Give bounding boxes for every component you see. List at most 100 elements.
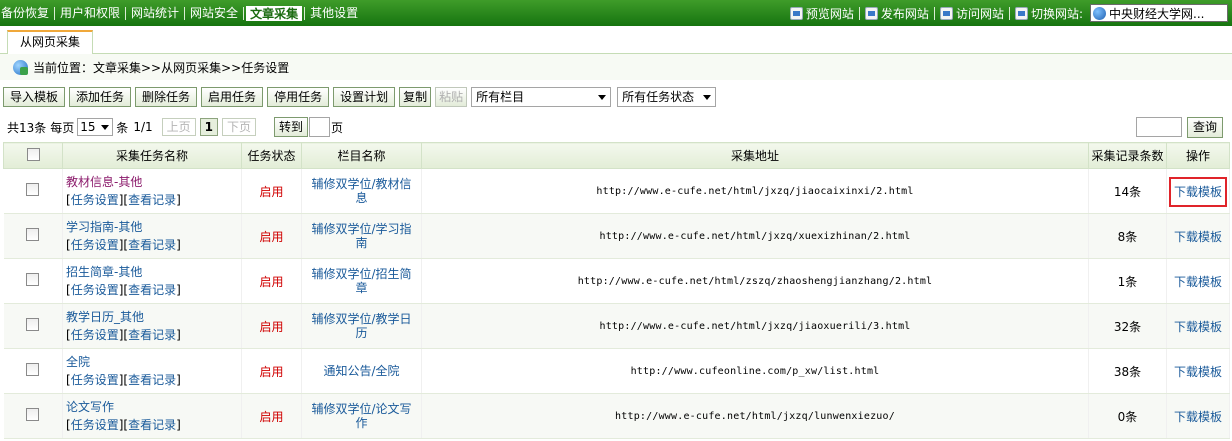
column-name-link[interactable]: 辅修双学位/论文写作 (301, 393, 422, 439)
download-template-link[interactable]: 下载模板 (1168, 176, 1228, 207)
task-name-cell: 教学日历_其他 [任务设置][查看记录] (62, 303, 242, 349)
row-checkbox[interactable] (26, 408, 40, 421)
view-records-link[interactable]: 查看记录 (128, 283, 176, 297)
header-record-count: 采集记录条数 (1088, 142, 1167, 169)
view-records-link[interactable]: 查看记录 (128, 328, 176, 342)
task-settings-link[interactable]: 任务设置 (71, 418, 119, 432)
task-settings-link[interactable]: 任务设置 (71, 373, 119, 387)
import-template-button[interactable]: 导入模板 (3, 87, 66, 107)
task-settings-link[interactable]: 任务设置 (71, 193, 119, 207)
task-status[interactable]: 启用 (241, 258, 302, 304)
publish-site-link[interactable]: 发布网站 (860, 5, 934, 22)
column-filter-select[interactable]: 所有栏目 (471, 87, 612, 107)
menu-site-security[interactable]: 网站安全 (185, 0, 243, 26)
per-page-label: 每页 (50, 120, 75, 135)
download-template-link[interactable]: 下载模板 (1174, 320, 1222, 334)
record-count: 32条 (1088, 303, 1167, 349)
switch-label: 切换网站: (1030, 6, 1083, 21)
visit-site-link[interactable]: 访问网站 (935, 5, 1009, 22)
switch-site-label: 切换网站: (1010, 5, 1088, 22)
task-name-cell: 学习指南-其他 [任务设置][查看记录] (62, 213, 242, 259)
menu-other-settings[interactable]: 其他设置 (305, 0, 363, 26)
paste-button[interactable]: 粘贴 (435, 87, 468, 107)
next-page-button[interactable]: 下页 (222, 118, 257, 136)
task-status[interactable]: 启用 (241, 213, 302, 259)
per-page-select[interactable]: 15 (77, 118, 114, 136)
preview-icon (789, 6, 803, 20)
task-name-cell: 论文写作 [任务设置][查看记录] (62, 393, 242, 439)
header-operation: 操作 (1166, 142, 1230, 169)
view-records-link[interactable]: 查看记录 (128, 373, 176, 387)
column-name-link[interactable]: 通知公告/全院 (301, 348, 422, 394)
copy-button[interactable]: 复制 (399, 87, 432, 107)
task-status[interactable]: 启用 (241, 168, 302, 214)
header-task-status: 任务状态 (241, 142, 302, 169)
record-count: 8条 (1088, 213, 1167, 259)
table-header-row: 采集任务名称 任务状态 栏目名称 采集地址 采集记录条数 操作 (3, 142, 1230, 169)
goto-page-button[interactable]: 转到 (274, 117, 309, 137)
row-checkbox[interactable] (26, 318, 40, 331)
site-select[interactable]: 中央财经大学网... (1090, 4, 1228, 22)
task-status[interactable]: 启用 (241, 393, 302, 439)
record-count: 14条 (1088, 168, 1167, 214)
collect-url: http://www.e-cufe.net/html/jxzq/jiaoxuer… (421, 303, 1089, 349)
download-template-link[interactable]: 下载模板 (1174, 365, 1222, 379)
task-name-link[interactable]: 全院 (66, 353, 241, 371)
current-page-button[interactable]: 1 (199, 118, 218, 136)
table-row: 论文写作 [任务设置][查看记录] 启用 辅修双学位/论文写作 http://ww… (3, 393, 1230, 439)
view-records-link[interactable]: 查看记录 (128, 193, 176, 207)
column-name-link[interactable]: 辅修双学位/学习指南 (301, 213, 422, 259)
download-template-link[interactable]: 下载模板 (1174, 275, 1222, 289)
add-task-button[interactable]: 添加任务 (69, 87, 132, 107)
dropdown-arrow-icon (703, 95, 712, 100)
search-input[interactable] (1136, 117, 1182, 137)
menu-users-permissions[interactable]: 用户和权限 (55, 0, 125, 26)
disable-task-button[interactable]: 停用任务 (267, 87, 330, 107)
task-name-link[interactable]: 教材信息-其他 (66, 173, 241, 191)
tab-web-collect[interactable]: 从网页采集 (7, 30, 93, 55)
status-filter-select[interactable]: 所有任务状态 (617, 87, 717, 107)
task-name-link[interactable]: 学习指南-其他 (66, 218, 241, 236)
schedule-button[interactable]: 设置计划 (333, 87, 396, 107)
task-name-cell: 招生简章-其他 [任务设置][查看记录] (62, 258, 242, 304)
column-name-link[interactable]: 辅修双学位/教材信息 (301, 168, 422, 214)
breadcrumb: 当前位置：文章采集>>从网页采集>>任务设置 (0, 54, 1232, 80)
collect-url: http://www.e-cufe.net/html/jxzq/xuexizhi… (421, 213, 1089, 259)
search-button[interactable]: 查询 (1187, 117, 1224, 138)
preview-site-link[interactable]: 预览网站 (785, 5, 859, 22)
download-template-link[interactable]: 下载模板 (1174, 410, 1222, 424)
task-name-link[interactable]: 招生简章-其他 (66, 263, 241, 281)
task-status[interactable]: 启用 (241, 303, 302, 349)
menu-backup-restore[interactable]: 备份恢复 (0, 0, 54, 26)
delete-task-button[interactable]: 删除任务 (135, 87, 198, 107)
task-settings-link[interactable]: 任务设置 (71, 328, 119, 342)
download-template-link[interactable]: 下载模板 (1174, 230, 1222, 244)
goto-page-input[interactable] (309, 117, 331, 137)
operation-cell: 下载模板 (1166, 393, 1230, 439)
status-filter-value: 所有任务状态 (622, 90, 695, 104)
prev-page-button[interactable]: 上页 (161, 118, 196, 136)
row-checkbox-cell (3, 168, 63, 214)
row-checkbox[interactable] (26, 183, 40, 196)
view-records-link[interactable]: 查看记录 (128, 238, 176, 252)
view-records-link[interactable]: 查看记录 (128, 418, 176, 432)
column-name-link[interactable]: 辅修双学位/招生简章 (301, 258, 422, 304)
select-all-checkbox[interactable] (26, 147, 40, 161)
row-checkbox-cell (3, 258, 63, 304)
menu-site-stats[interactable]: 网站统计 (126, 0, 184, 26)
row-checkbox[interactable] (26, 363, 40, 376)
row-checkbox[interactable] (26, 273, 40, 286)
table-row: 全院 [任务设置][查看记录] 启用 通知公告/全院 http://www.cuf… (3, 348, 1230, 394)
column-name-link[interactable]: 辅修双学位/教学日历 (301, 303, 422, 349)
task-status[interactable]: 启用 (241, 348, 302, 394)
row-checkbox[interactable] (26, 228, 40, 241)
task-name-link[interactable]: 教学日历_其他 (66, 308, 241, 326)
task-name-cell: 教材信息-其他 [任务设置][查看记录] (62, 168, 242, 214)
menu-article-collect[interactable]: 文章采集 (246, 5, 303, 21)
enable-task-button[interactable]: 启用任务 (201, 87, 264, 107)
select-all-header (3, 142, 63, 169)
task-name-link[interactable]: 论文写作 (66, 398, 241, 416)
task-settings-link[interactable]: 任务设置 (71, 283, 119, 297)
record-count: 0条 (1088, 393, 1167, 439)
task-settings-link[interactable]: 任务设置 (71, 238, 119, 252)
